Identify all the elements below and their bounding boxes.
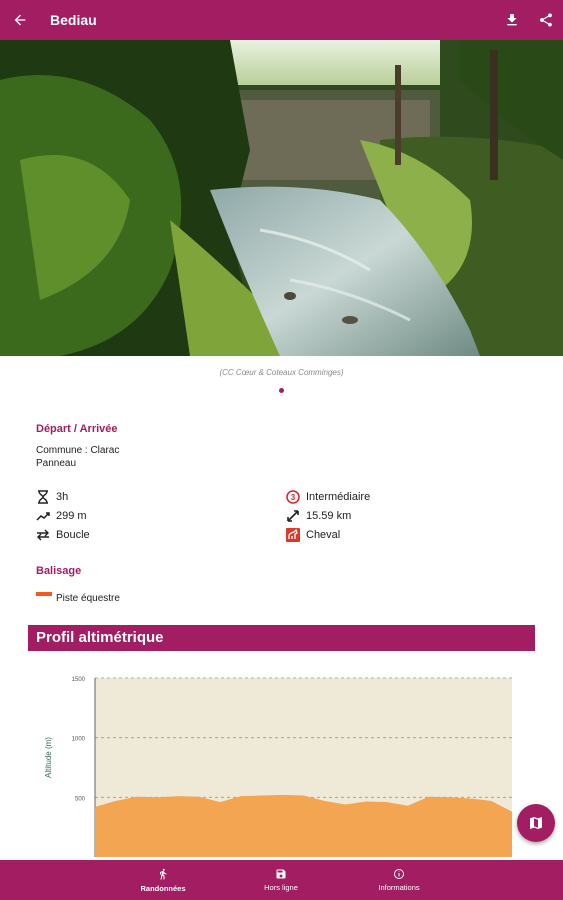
profile-header: Profil altimétrique (28, 625, 535, 651)
page-title: Bediau (50, 12, 97, 28)
chart-ytick-label: 1500 (72, 677, 86, 683)
loop-arrows-icon (36, 528, 50, 542)
bottom-navigation: Randonnées Hors ligne Informations (0, 860, 563, 900)
elevation-row: 299 m (36, 509, 87, 523)
nav-informations[interactable]: Informations (364, 860, 434, 900)
balisage-title: Balisage (36, 565, 82, 577)
map-button[interactable] (517, 804, 555, 842)
difficulty-value: Intermédiaire (306, 491, 371, 503)
hiker-icon (160, 868, 167, 880)
distance-value: 15.59 km (306, 510, 352, 522)
elevation-chart: 500 1000 1500 Altitude (m) (0, 660, 563, 860)
download-button[interactable] (495, 0, 529, 40)
chart-ytick-label: 500 (75, 796, 86, 802)
download-icon (507, 14, 517, 26)
info-icon (394, 869, 404, 879)
chart-y-label: Altitude (m) (44, 737, 53, 778)
elevation-value: 299 m (56, 510, 87, 522)
photo-caption: (CC Cœur & Coteaux Comminges) (219, 368, 344, 377)
nav-randonnees-label: Randonnées (140, 884, 186, 893)
type-value: Boucle (56, 529, 90, 541)
chart-ytick-label: 1000 (72, 737, 86, 743)
distance-row: 15.59 km (286, 509, 351, 523)
horse-icon (286, 528, 300, 542)
difficulty-row: 3 Intermédiaire (286, 490, 370, 504)
stream-photo (0, 40, 563, 356)
hourglass-icon (36, 490, 50, 504)
practice-row: Cheval (286, 528, 340, 542)
depart-detail: Panneau (36, 458, 77, 469)
nav-hors-ligne-label: Hors ligne (264, 883, 298, 892)
duration-row: 3h (36, 490, 68, 504)
carousel-indicator[interactable] (279, 388, 284, 393)
trending-up-icon (36, 509, 50, 523)
map-icon (530, 817, 542, 829)
nav-randonnees[interactable]: Randonnées (128, 860, 198, 900)
nav-hors-ligne[interactable]: Hors ligne (246, 860, 316, 900)
balisage-color-swatch (36, 592, 52, 596)
depart-title: Départ / Arrivée (36, 423, 118, 435)
difficulty-badge-icon: 3 (286, 490, 300, 504)
depart-commune: Commune : Clarac (36, 445, 120, 456)
app-bar: Bediau (0, 0, 563, 40)
diagonal-arrows-icon (286, 509, 300, 523)
duration-value: 3h (56, 491, 69, 503)
chart-area-series (95, 794, 512, 857)
practice-value: Cheval (306, 529, 341, 541)
nav-informations-label: Informations (378, 883, 420, 892)
type-row: Boucle (36, 528, 90, 542)
balisage-item: Piste équestre (56, 593, 120, 604)
save-icon (276, 869, 286, 879)
hero-photo[interactable] (0, 40, 563, 356)
share-icon (540, 13, 552, 27)
arrow-left-icon (14, 14, 26, 26)
back-button[interactable] (0, 0, 40, 40)
share-button[interactable] (529, 0, 563, 40)
